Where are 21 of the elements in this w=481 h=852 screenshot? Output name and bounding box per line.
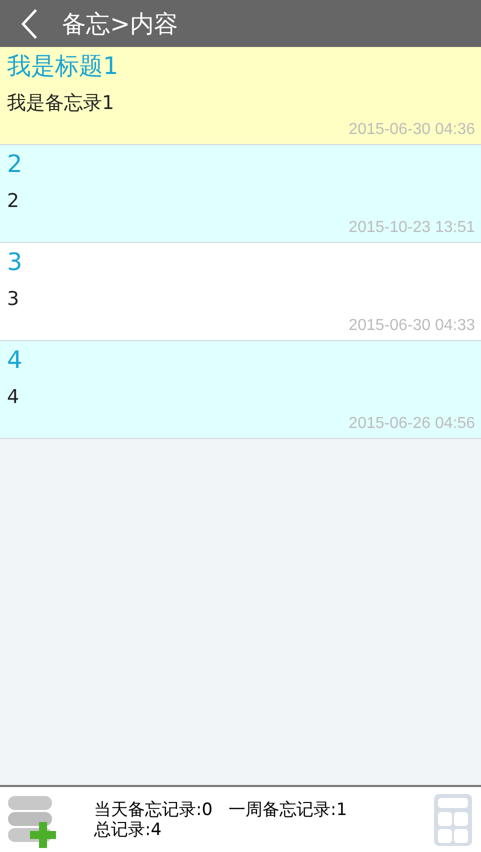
note-body: 4 (7, 385, 20, 409)
note-time: 2015-06-26 04:56 (348, 414, 475, 434)
header-title: 备忘>内容 (62, 8, 178, 40)
today-count: 当天备忘记录:0 (94, 800, 213, 820)
note-time: 2015-06-30 04:36 (348, 120, 475, 140)
note-title: 2 (7, 149, 24, 179)
total-count: 总记录:4 (94, 820, 163, 840)
note-row[interactable]: 3 3 2015-06-30 04:33 (0, 243, 481, 341)
note-title: 4 (7, 345, 24, 375)
note-time: 2015-06-30 04:33 (348, 316, 475, 336)
note-row[interactable]: 我是标题1 我是备忘录1 2015-06-30 04:36 (0, 47, 481, 145)
note-title: 我是标题1 (7, 51, 120, 81)
note-body: 3 (7, 287, 20, 311)
note-row[interactable]: 4 4 2015-06-26 04:56 (0, 341, 481, 439)
note-body: 我是备忘录1 (7, 91, 116, 115)
back-icon[interactable] (20, 8, 38, 40)
week-count: 一周备忘记录:1 (228, 800, 348, 820)
note-title: 3 (7, 247, 24, 277)
note-time: 2015-10-23 13:51 (348, 218, 475, 238)
note-row[interactable]: 2 2 2015-10-23 13:51 (0, 145, 481, 243)
note-body: 2 (7, 189, 20, 213)
